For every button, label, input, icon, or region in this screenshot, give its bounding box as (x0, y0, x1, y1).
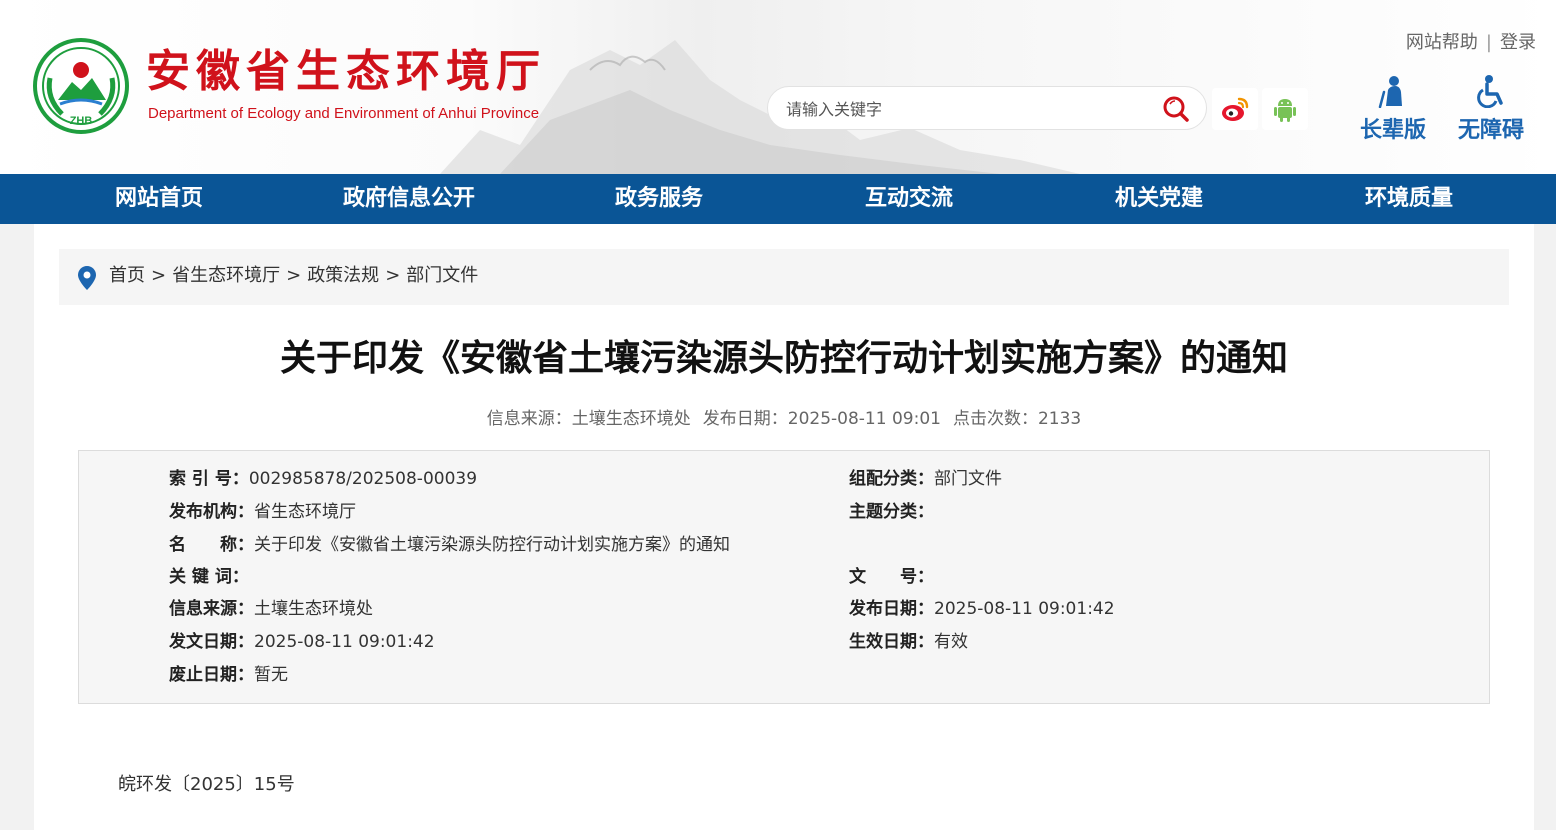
meta-clicks: 点击次数：2133 (952, 409, 1082, 429)
logo-lettering: ZHB (70, 115, 93, 127)
info-value: 002985878/202508-00039 (248, 469, 478, 489)
elder-mode-button[interactable]: 长辈版 (1348, 74, 1438, 146)
weibo-icon (1222, 97, 1249, 121)
elder-icon (1378, 76, 1402, 108)
site-header: ZHB 安徽省生态环境厅 Department of Ecology and E… (0, 0, 1556, 174)
breadcrumb: 首页 > 省生态环境厅 > 政策法规 > 部门文件 (59, 249, 1509, 305)
top-links: 网站帮助 | 登录 (1406, 28, 1536, 54)
info-value: 部门文件 (934, 469, 1002, 489)
article-meta: 信息来源：土壤生态环境处 发布日期：2025-08-11 09:01 点击次数：21… (34, 404, 1534, 429)
nav-item-party[interactable]: 机关党建 (1034, 174, 1284, 224)
breadcrumb-trail: 首页 > 省生态环境厅 > 政策法规 > 部门文件 (109, 263, 478, 289)
document-info-table: 索 引 号：002985878/202508-00039 发布机构：省生态环境厅… (78, 450, 1490, 704)
info-topic: 主题分类： (849, 500, 934, 524)
info-value: 土壤生态环境处 (254, 599, 373, 619)
info-label: 发文日期： (169, 632, 254, 652)
barrier-free-label: 无障碍 (1457, 118, 1524, 143)
search-input[interactable] (786, 97, 1146, 121)
search-box (767, 86, 1207, 130)
breadcrumb-dept-docs[interactable]: 部门文件 (406, 265, 478, 286)
android-icon (1274, 99, 1296, 122)
info-name: 名 称：关于印发《安徽省土壤污染源头防控行动计划实施方案》的通知 (169, 533, 730, 557)
site-title: 安徽省生态环境厅 (146, 46, 546, 97)
info-label: 生效日期： (849, 632, 934, 652)
info-value: 2025-08-11 09:01:42 (254, 632, 435, 652)
info-label: 名 称： (169, 535, 254, 555)
info-label: 废止日期： (169, 665, 254, 685)
info-label: 索 引 号： (169, 469, 249, 489)
android-app-button[interactable] (1262, 88, 1308, 130)
info-value: 关于印发《安徽省土壤污染源头防控行动计划实施方案》的通知 (254, 535, 730, 555)
info-label: 发布机构： (169, 502, 254, 522)
info-label: 发布日期： (849, 599, 934, 619)
nav-item-services[interactable]: 政务服务 (534, 174, 784, 224)
info-abolish-date: 废止日期：暂无 (169, 663, 288, 687)
nav-item-env-quality[interactable]: 环境质量 (1284, 174, 1534, 224)
info-label: 信息来源： (169, 599, 254, 619)
info-source: 信息来源：土壤生态环境处 (169, 597, 373, 621)
breadcrumb-policy[interactable]: 政策法规 (307, 265, 379, 286)
meta-source: 信息来源：土壤生态环境处 (486, 409, 691, 429)
breadcrumb-home[interactable]: 首页 (109, 265, 145, 286)
info-effective-date: 生效日期：有效 (849, 630, 968, 654)
breadcrumb-separator: > (286, 265, 302, 286)
nav-item-interaction[interactable]: 互动交流 (784, 174, 1034, 224)
site-subtitle: Department of Ecology and Environment of… (148, 105, 540, 122)
info-value: 暂无 (254, 665, 288, 685)
breadcrumb-department[interactable]: 省生态环境厅 (172, 265, 280, 286)
barrier-free-button[interactable]: 无障碍 (1446, 74, 1536, 146)
help-link[interactable]: 网站帮助 (1406, 32, 1478, 53)
breadcrumb-separator: > (151, 265, 167, 286)
main-nav: 网站首页 政府信息公开 政务服务 互动交流 机关党建 环境质量 (0, 174, 1556, 224)
info-value: 省生态环境厅 (254, 502, 356, 522)
document-number: 皖环发〔2025〕15号 (118, 774, 295, 795)
info-keywords: 关 键 词： (169, 565, 249, 589)
search-icon[interactable] (1162, 95, 1190, 123)
article-title: 关于印发《安徽省土壤污染源头防控行动计划实施方案》的通知 (279, 338, 1288, 379)
breadcrumb-separator: > (385, 265, 401, 286)
info-index-no: 索 引 号：002985878/202508-00039 (169, 467, 477, 491)
info-label: 关 键 词： (169, 567, 249, 587)
info-label: 文 号： (849, 567, 934, 587)
location-pin-icon (78, 266, 96, 290)
nav-item-home[interactable]: 网站首页 (34, 174, 284, 224)
weibo-button[interactable] (1212, 88, 1258, 130)
login-link[interactable]: 登录 (1500, 32, 1536, 53)
nav-item-gov-info[interactable]: 政府信息公开 (284, 174, 534, 224)
info-issuer: 发布机构：省生态环境厅 (169, 500, 356, 524)
main-content: 首页 > 省生态环境厅 > 政策法规 > 部门文件 关于印发《安徽省土壤污染源头防控行动计划… (34, 224, 1534, 830)
info-doc-no: 文 号： (849, 565, 934, 589)
info-issue-date: 发文日期：2025-08-11 09:01:42 (169, 630, 435, 654)
wheelchair-icon (1477, 75, 1503, 108)
info-publish-date: 发布日期：2025-08-11 09:01:42 (849, 597, 1115, 621)
meta-publish-date: 发布日期：2025-08-11 09:01 (702, 409, 941, 429)
info-label: 组配分类： (849, 469, 934, 489)
elder-mode-label: 长辈版 (1359, 118, 1426, 143)
zhb-logo-seal: ZHB (33, 38, 129, 134)
info-value: 2025-08-11 09:01:42 (934, 599, 1115, 619)
info-category: 组配分类：部门文件 (849, 467, 1002, 491)
info-value: 有效 (934, 632, 968, 652)
info-label: 主题分类： (849, 502, 934, 522)
link-separator: | (1485, 32, 1492, 53)
